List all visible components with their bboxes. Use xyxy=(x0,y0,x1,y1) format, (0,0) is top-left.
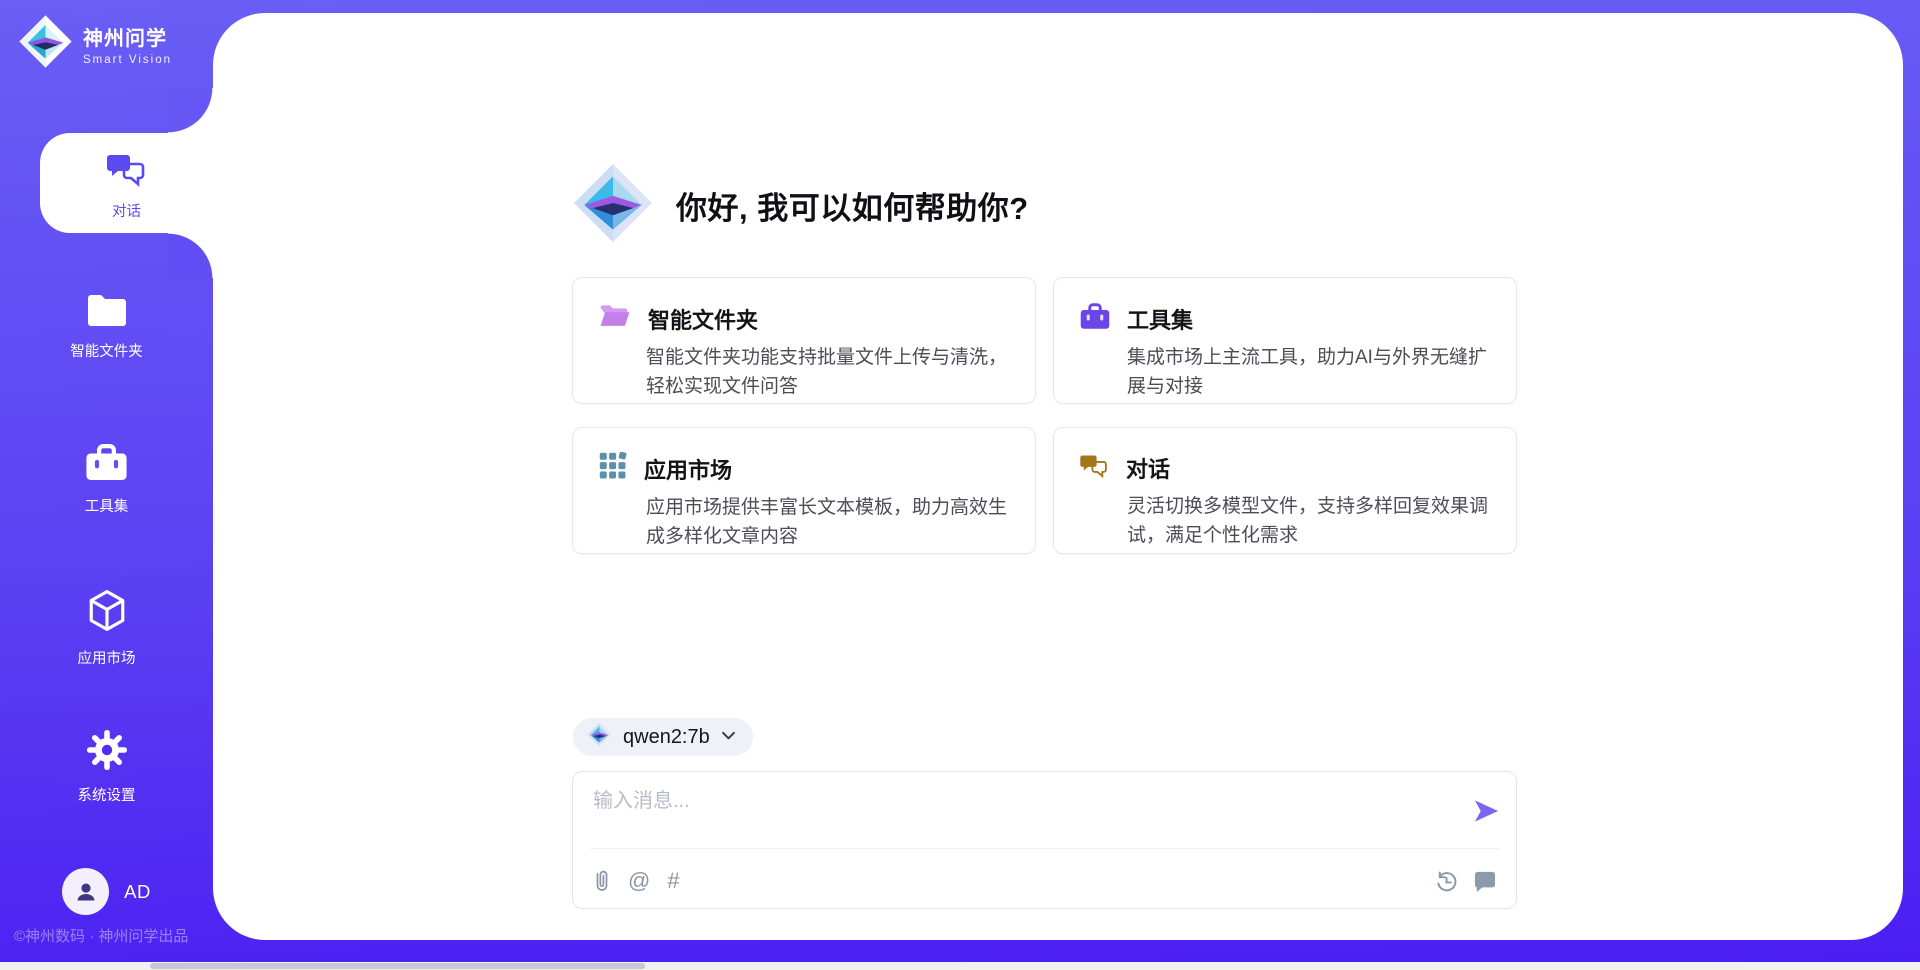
chevron-down-icon xyxy=(721,728,736,746)
sidebar-item-toolset[interactable]: 工具集 xyxy=(0,443,213,516)
brand: 神州问学 Smart Vision xyxy=(18,14,172,74)
briefcase-icon xyxy=(1080,302,1110,335)
send-plane-icon xyxy=(1473,799,1500,823)
model-selector[interactable]: qwen2:7b xyxy=(573,718,753,756)
brand-subtitle: Smart Vision xyxy=(83,54,172,66)
feedback-bubble-icon[interactable] xyxy=(1474,871,1496,892)
card-toolset[interactable]: 工具集 集成市场上主流工具，助力AI与外界无缝扩展与对接 xyxy=(1053,277,1517,404)
sidebar-item-label: 工具集 xyxy=(0,495,213,516)
card-title: 智能文件夹 xyxy=(648,303,758,335)
folder-icon xyxy=(86,292,128,331)
diamond-gem-icon xyxy=(587,722,612,752)
brand-diamond-gem-icon xyxy=(18,14,73,74)
topic-icon[interactable]: # xyxy=(667,870,679,892)
card-smart-folder[interactable]: 智能文件夹 智能文件夹功能支持批量文件上传与清洗，轻松实现文件问答 xyxy=(572,277,1036,404)
card-chat[interactable]: 对话 灵活切换多模型文件，支持多样回复效果调试，满足个性化需求 xyxy=(1053,427,1517,554)
sidebar-item-label: 应用市场 xyxy=(0,647,213,668)
horizontal-scrollbar-track xyxy=(0,962,1920,970)
app-background: 你好, 我可以如何帮助你? 智能文件夹 智能文件夹功能支持批量文件上传与清洗，轻… xyxy=(0,0,1920,962)
sidebar-item-label: 智能文件夹 xyxy=(0,340,213,361)
sidebar-item-label: 系统设置 xyxy=(0,784,213,805)
composer-divider xyxy=(590,848,1499,849)
user-profile[interactable]: AD xyxy=(0,868,213,915)
sidebar-item-chat[interactable]: 对话 xyxy=(40,133,213,233)
card-description: 灵活切换多模型文件，支持多样回复效果调试，满足个性化需求 xyxy=(1127,493,1488,550)
card-title: 对话 xyxy=(1126,452,1170,484)
message-input[interactable] xyxy=(593,784,1453,842)
avatar xyxy=(62,868,109,915)
sidebar: 神州问学 Smart Vision 对话 智能文件夹 xyxy=(0,0,213,962)
card-app-market[interactable]: 应用市场 应用市场提供丰富长文本模板，助力高效生成多样化文章内容 xyxy=(572,427,1036,554)
attachment-icon[interactable] xyxy=(593,868,611,894)
gear-icon xyxy=(87,730,127,775)
card-description: 应用市场提供丰富长文本模板，助力高效生成多样化文章内容 xyxy=(646,494,1007,551)
grid-tiles-icon xyxy=(599,452,627,485)
user-initials: AD xyxy=(124,881,151,903)
message-composer: @ # xyxy=(572,771,1517,909)
sidebar-item-label: 对话 xyxy=(40,200,213,221)
composer-toolbar: @ # xyxy=(593,864,1496,898)
brand-name: 神州问学 xyxy=(83,22,172,51)
copyright-footer: ©神州数码 · 神州问学出品 xyxy=(14,925,188,946)
folder-open-icon xyxy=(599,302,631,335)
greeting-row: 你好, 我可以如何帮助你? xyxy=(572,163,1517,247)
card-description: 智能文件夹功能支持批量文件上传与清洗，轻松实现文件问答 xyxy=(646,344,1007,401)
person-icon xyxy=(73,879,99,905)
sidebar-item-app-market[interactable]: 应用市场 xyxy=(0,588,213,668)
sidebar-item-settings[interactable]: 系统设置 xyxy=(0,730,213,805)
greeting-text: 你好, 我可以如何帮助你? xyxy=(676,183,1029,228)
card-title: 工具集 xyxy=(1127,303,1193,335)
chat-bubbles-icon xyxy=(1080,452,1109,484)
mention-icon[interactable]: @ xyxy=(628,870,650,892)
diamond-gem-icon xyxy=(572,162,654,249)
horizontal-scrollbar-thumb[interactable] xyxy=(150,963,645,969)
feature-cards: 智能文件夹 智能文件夹功能支持批量文件上传与清洗，轻松实现文件问答 工具集 xyxy=(572,277,1517,554)
briefcase-icon xyxy=(85,443,128,486)
card-description: 集成市场上主流工具，助力AI与外界无缝扩展与对接 xyxy=(1127,344,1488,401)
sidebar-item-smart-folder[interactable]: 智能文件夹 xyxy=(0,292,213,361)
main-content-panel: 你好, 我可以如何帮助你? 智能文件夹 智能文件夹功能支持批量文件上传与清洗，轻… xyxy=(213,13,1903,940)
model-name: qwen2:7b xyxy=(623,726,710,749)
history-icon[interactable] xyxy=(1435,870,1458,893)
chat-bubbles-icon xyxy=(106,150,148,193)
card-title: 应用市场 xyxy=(644,453,732,485)
cube-icon xyxy=(86,588,128,638)
send-button[interactable] xyxy=(1471,796,1501,826)
